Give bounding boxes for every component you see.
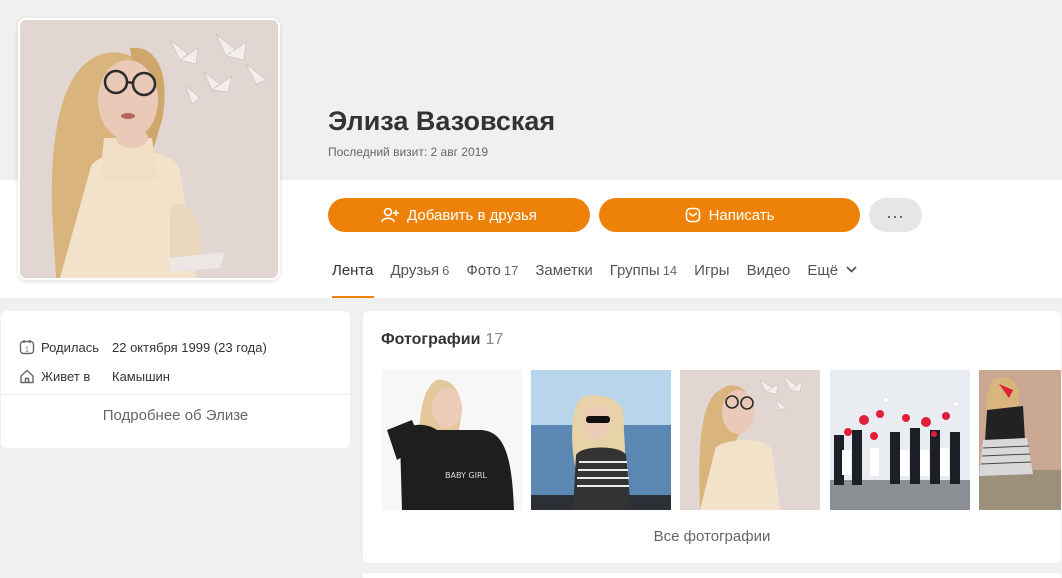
tab-video-label: Видео: [746, 262, 791, 279]
write-message-button[interactable]: Написать: [599, 198, 860, 232]
last-visit-text: Последний визит: 2 авг 2019: [328, 145, 488, 159]
tab-more-label: Ещё: [807, 262, 839, 279]
home-icon: [20, 369, 34, 384]
more-dots-icon: ...: [886, 202, 905, 222]
write-message-label: Написать: [708, 206, 775, 224]
about-more-link[interactable]: Подробнее об Элизе: [1, 407, 350, 424]
add-friend-label: Добавить в друзья: [407, 206, 537, 224]
next-card-edge: [363, 573, 1061, 578]
tab-notes[interactable]: Заметки: [535, 262, 592, 298]
tab-friends[interactable]: Друзья 6: [391, 262, 450, 298]
tab-games[interactable]: Игры: [694, 262, 729, 298]
tab-games-label: Игры: [694, 262, 730, 279]
tab-friends-count: 6: [442, 263, 450, 278]
location-row: Живет в Камышин: [19, 368, 170, 384]
birthday-value: 22 октября 1999 (23 года): [112, 339, 267, 355]
location-value[interactable]: Камышин: [112, 369, 170, 384]
tab-more[interactable]: Ещё: [807, 262, 857, 298]
tab-groups-count: 14: [662, 263, 678, 278]
tab-photos-label: Фото: [466, 262, 501, 279]
photos-count: 17: [485, 331, 504, 348]
avatar-image: [20, 20, 278, 278]
tab-photos[interactable]: Фото 17: [466, 262, 518, 298]
photo-image: [979, 370, 1061, 510]
birthday-row: 1 Родилась 22 октября 1999 (23 года): [19, 339, 267, 355]
photos-card: Фотографии 17 BABY GIRL Все фотографии: [363, 311, 1061, 563]
photo-image: [830, 370, 970, 510]
tab-notes-label: Заметки: [535, 262, 593, 279]
tab-video[interactable]: Видео: [747, 262, 791, 298]
profile-avatar[interactable]: [18, 18, 280, 280]
profile-name: Элиза Вазовская: [328, 106, 556, 136]
all-photos-link[interactable]: Все фотографии: [363, 528, 1061, 545]
more-actions-button[interactable]: ...: [869, 198, 922, 232]
tab-feed-label: Лента: [332, 262, 374, 279]
svg-text:1: 1: [25, 347, 29, 354]
photo-thumbnail[interactable]: [531, 370, 671, 510]
photo-thumbnail[interactable]: [979, 370, 1061, 510]
add-friend-button[interactable]: Добавить в друзья: [328, 198, 590, 232]
photo-image: BABY GIRL: [382, 370, 522, 510]
photo-thumbnail[interactable]: BABY GIRL: [382, 370, 522, 510]
photos-header[interactable]: Фотографии 17: [381, 331, 503, 349]
tab-groups-label: Группы: [609, 262, 660, 279]
profile-tabs: Лента Друзья 6 Фото 17 Заметки Группы 14 Иг…: [332, 262, 874, 298]
birthday-label: Родилась: [41, 339, 99, 355]
tab-groups[interactable]: Группы 14: [610, 262, 677, 298]
photo-image: [680, 370, 820, 510]
photos-title: Фотографии: [381, 331, 481, 348]
chevron-down-icon: [846, 266, 857, 273]
photo-thumbnail[interactable]: [680, 370, 820, 510]
location-label: Живет в: [41, 368, 91, 384]
calendar-icon: 1: [19, 340, 35, 355]
tab-photos-count: 17: [503, 263, 519, 278]
message-icon: [685, 207, 700, 223]
tab-feed[interactable]: Лента: [332, 262, 374, 298]
shirt-print-text: BABY GIRL: [445, 471, 488, 480]
tab-friends-label: Друзья: [390, 262, 440, 279]
add-friend-icon: [381, 207, 400, 223]
divider: [1, 394, 350, 395]
photo-image: [531, 370, 671, 510]
photo-thumbnail[interactable]: [830, 370, 970, 510]
avatar-illustration: [20, 20, 278, 278]
about-card: 1 Родилась 22 октября 1999 (23 года) Жив…: [1, 311, 350, 448]
